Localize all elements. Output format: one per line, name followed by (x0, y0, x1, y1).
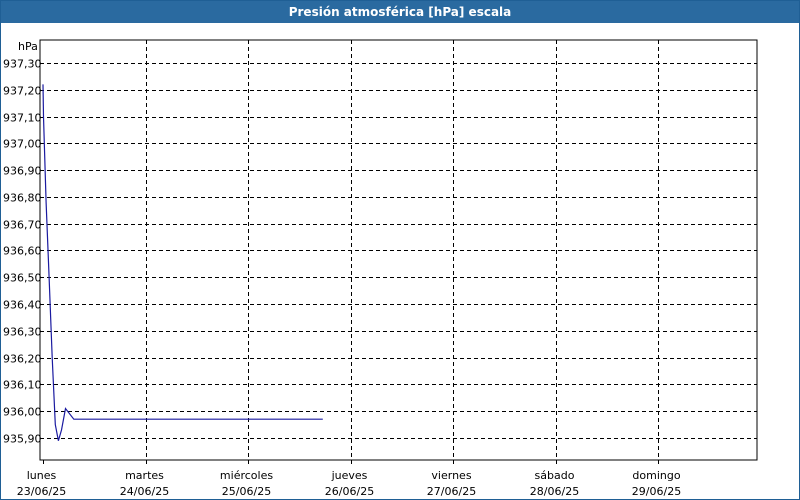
y-tick-label: 936,50 (3, 272, 42, 285)
x-tick-date-label: 26/06/25 (325, 485, 374, 498)
y-tick-label: 936,60 (3, 245, 42, 258)
y-tick-label: 937,20 (3, 85, 42, 98)
x-tick-date-label: 29/06/25 (632, 485, 681, 498)
x-tick-day-label: lunes (27, 469, 57, 482)
x-tick-date-label: 25/06/25 (222, 485, 271, 498)
y-tick-label: 936,70 (3, 219, 42, 232)
x-tick-day-label: jueves (331, 469, 368, 482)
x-tick-date-label: 24/06/25 (120, 485, 169, 498)
y-tick-label: 936,40 (3, 299, 42, 312)
x-tick-day-label: viernes (431, 469, 471, 482)
y-tick-label: 937,10 (3, 112, 42, 125)
x-tick-date-label: 28/06/25 (530, 485, 579, 498)
x-axis-ticks: lunes 23/06/25 martes 24/06/25 miércoles 25/0… (17, 460, 681, 498)
y-tick-label: 935,90 (3, 433, 42, 446)
y-tick-label: 936,10 (3, 379, 42, 392)
y-tick-label: 936,30 (3, 326, 42, 339)
y-tick-label: 937,30 (3, 58, 42, 71)
y-axis-ticks: 937,30 937,20 937,10 937,00 936,90 936,80 936,… (3, 58, 42, 446)
x-tick-day-label: miércoles (220, 469, 273, 482)
pressure-chart: 937,30 937,20 937,10 937,00 936,90 936,80 936,… (3, 39, 758, 498)
x-tick-day-label: martes (125, 469, 164, 482)
x-tick-date-label: 23/06/25 (17, 485, 66, 498)
y-tick-label: 937,00 (3, 138, 42, 151)
y-tick-label: 936,90 (3, 165, 42, 178)
x-tick-day-label: sábado (535, 469, 575, 482)
y-axis-unit-label: hPa (18, 40, 38, 53)
x-tick-day-label: domingo (632, 469, 680, 482)
y-tick-label: 936,00 (3, 406, 42, 419)
y-tick-label: 936,80 (3, 192, 42, 205)
x-tick-date-label: 27/06/25 (427, 485, 476, 498)
y-tick-label: 936,20 (3, 353, 42, 366)
